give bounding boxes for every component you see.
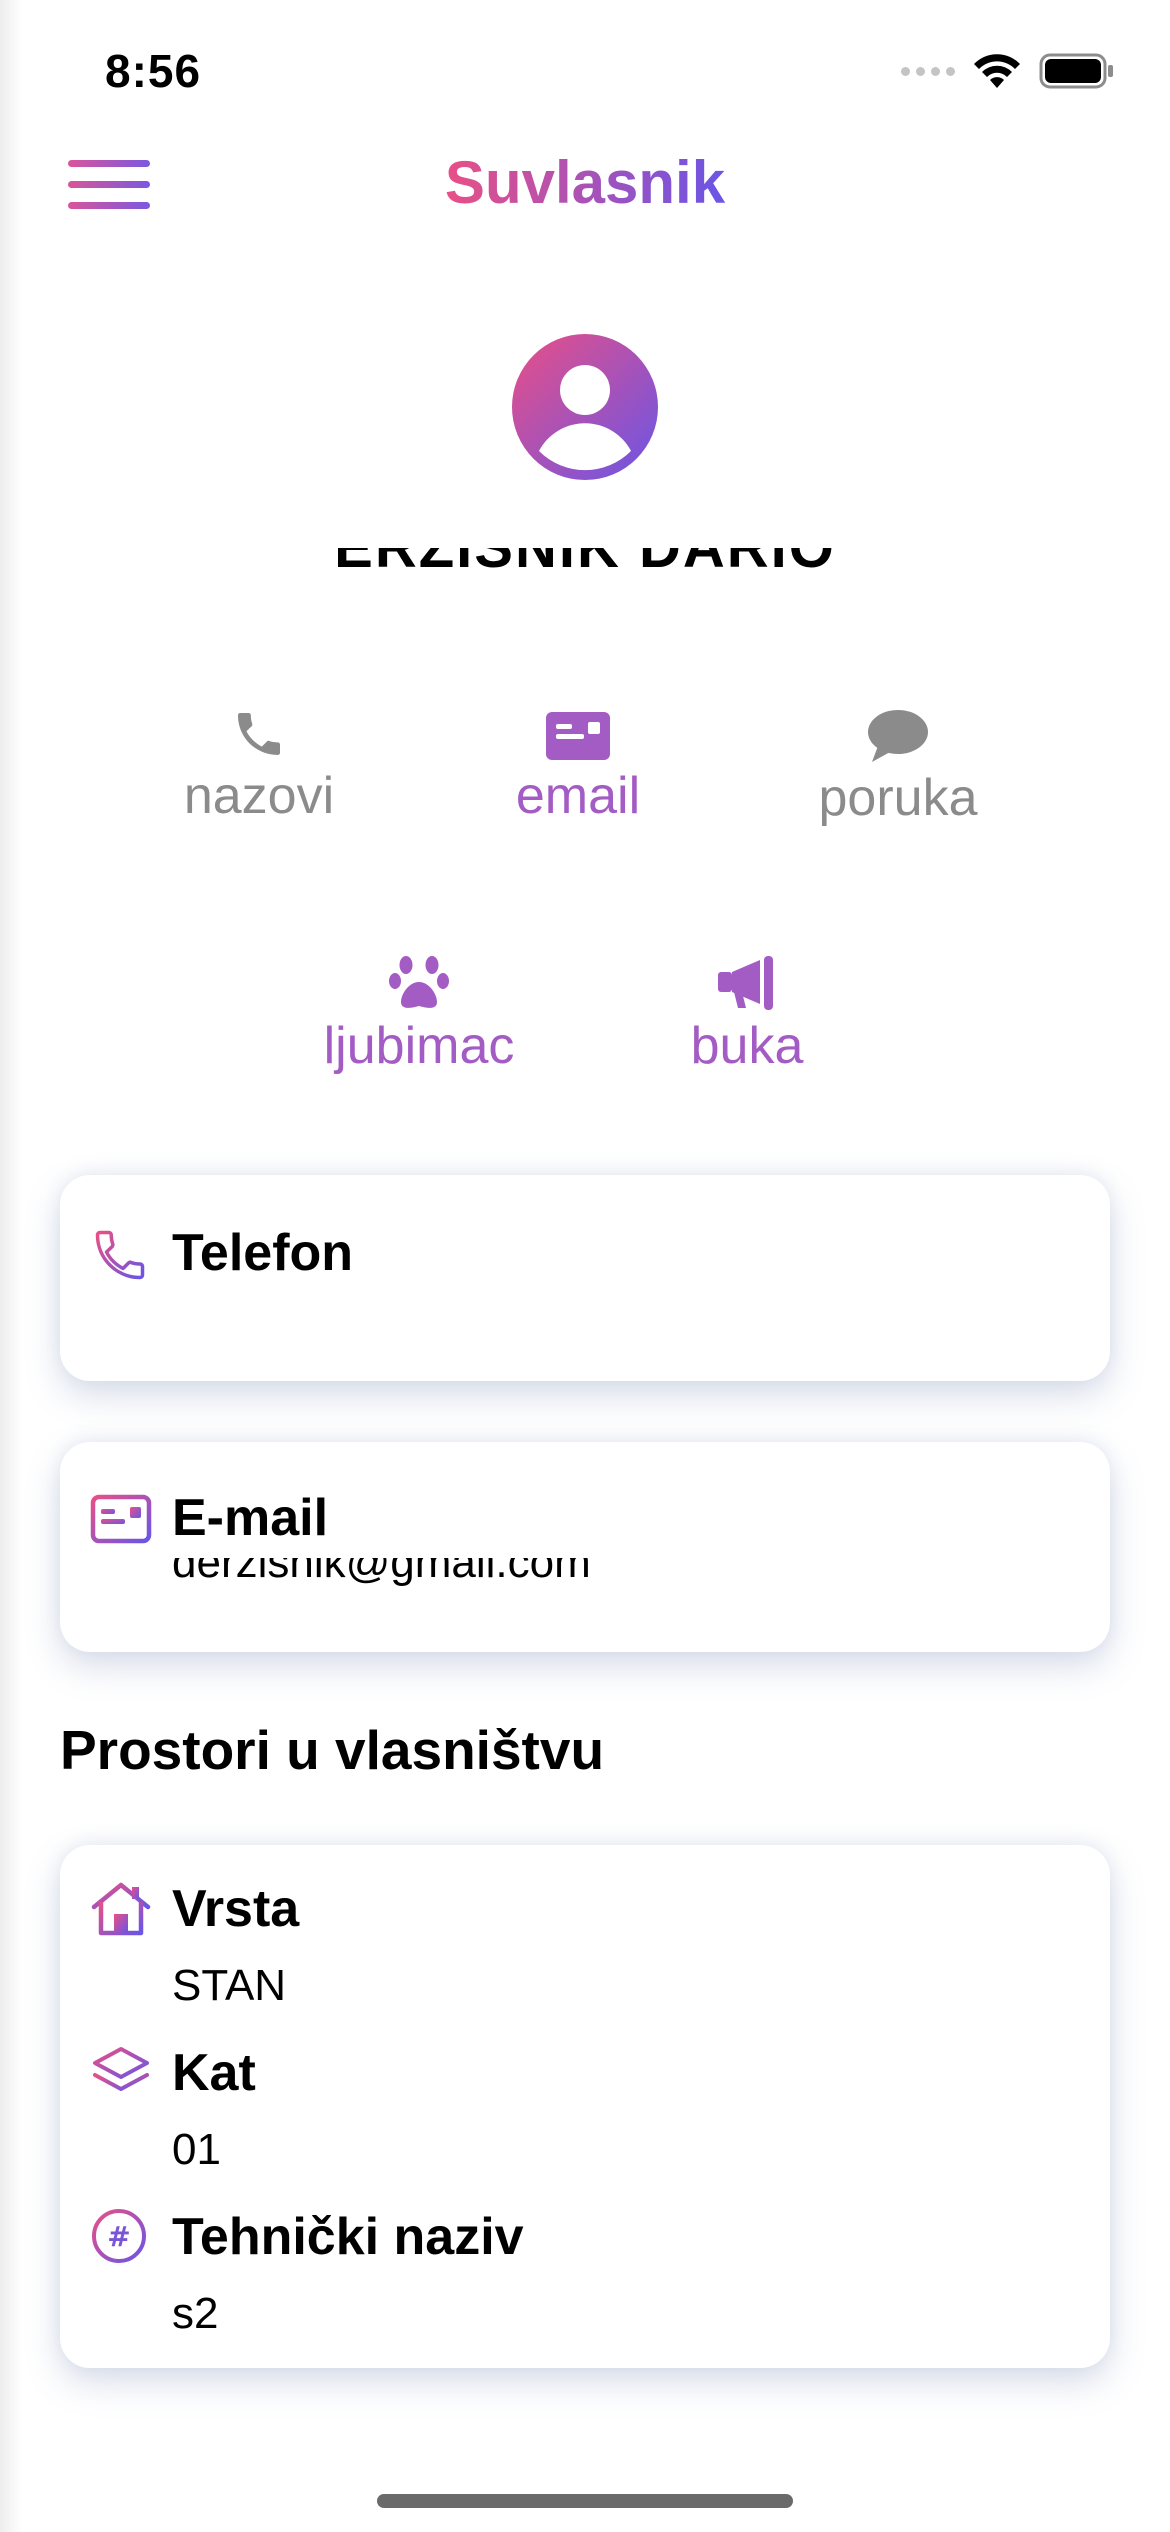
svg-text:#: #	[107, 2220, 130, 2253]
pet-action[interactable]: ljubimac	[309, 952, 529, 1076]
email-title: E-mail	[172, 1489, 329, 1547]
email-value-clip: derzisnik@gmail.com	[172, 1558, 1072, 1594]
ownership-heading: Prostori u vlasništvu	[60, 1719, 605, 1781]
house-icon	[91, 1882, 151, 1936]
message-action-label: poruka	[818, 769, 978, 827]
layers-icon	[93, 2047, 149, 2091]
call-action[interactable]: nazovi	[149, 702, 369, 826]
email-action[interactable]: email	[468, 702, 688, 826]
type-title: Vrsta	[172, 1880, 300, 1938]
email-action-label: email	[515, 767, 641, 825]
technical-name-title: Tehnički naziv	[172, 2208, 524, 2266]
message-action[interactable]: poruka	[788, 704, 1008, 828]
status-time: 8:56	[105, 45, 202, 97]
technical-name-value: s2	[172, 2289, 219, 2338]
phone-card: Telefon	[60, 1175, 1110, 1381]
pet-action-label: ljubimac	[323, 1017, 515, 1075]
mail-card-icon	[546, 712, 610, 760]
battery-icon	[1039, 53, 1113, 89]
noise-action-label: buka	[690, 1017, 804, 1075]
paw-icon	[389, 956, 449, 1008]
email-value[interactable]: derzisnik@gmail.com	[172, 1558, 591, 1588]
home-indicator	[377, 2494, 793, 2508]
ownership-card: Vrsta STAN Kat 01 # Tehnički naziv s2	[60, 1845, 1110, 2368]
mail-card-outline-icon	[90, 1494, 152, 1544]
cellular-signal-icon	[901, 66, 955, 76]
phone-outline-icon	[95, 1230, 145, 1280]
status-icons	[901, 52, 1115, 90]
type-value: STAN	[172, 1961, 287, 2010]
drawer-edge-shadow	[0, 0, 22, 2532]
chat-bubble-icon	[868, 710, 928, 762]
phone-icon	[238, 713, 280, 755]
owner-name: ERZISNIK DARIO	[0, 548, 1170, 600]
avatar-icon	[512, 334, 658, 480]
floor-title: Kat	[172, 2044, 256, 2102]
page-title: Suvlasnik	[444, 149, 726, 216]
phone-title: Telefon	[172, 1224, 354, 1282]
floor-value: 01	[172, 2125, 221, 2174]
email-card: E-mail derzisnik@gmail.com	[60, 1442, 1110, 1652]
noise-action[interactable]: buka	[637, 952, 857, 1076]
call-action-label: nazovi	[183, 767, 335, 825]
wifi-icon	[974, 54, 1020, 88]
hash-icon: #	[92, 2209, 146, 2263]
megaphone-icon	[718, 956, 773, 1010]
